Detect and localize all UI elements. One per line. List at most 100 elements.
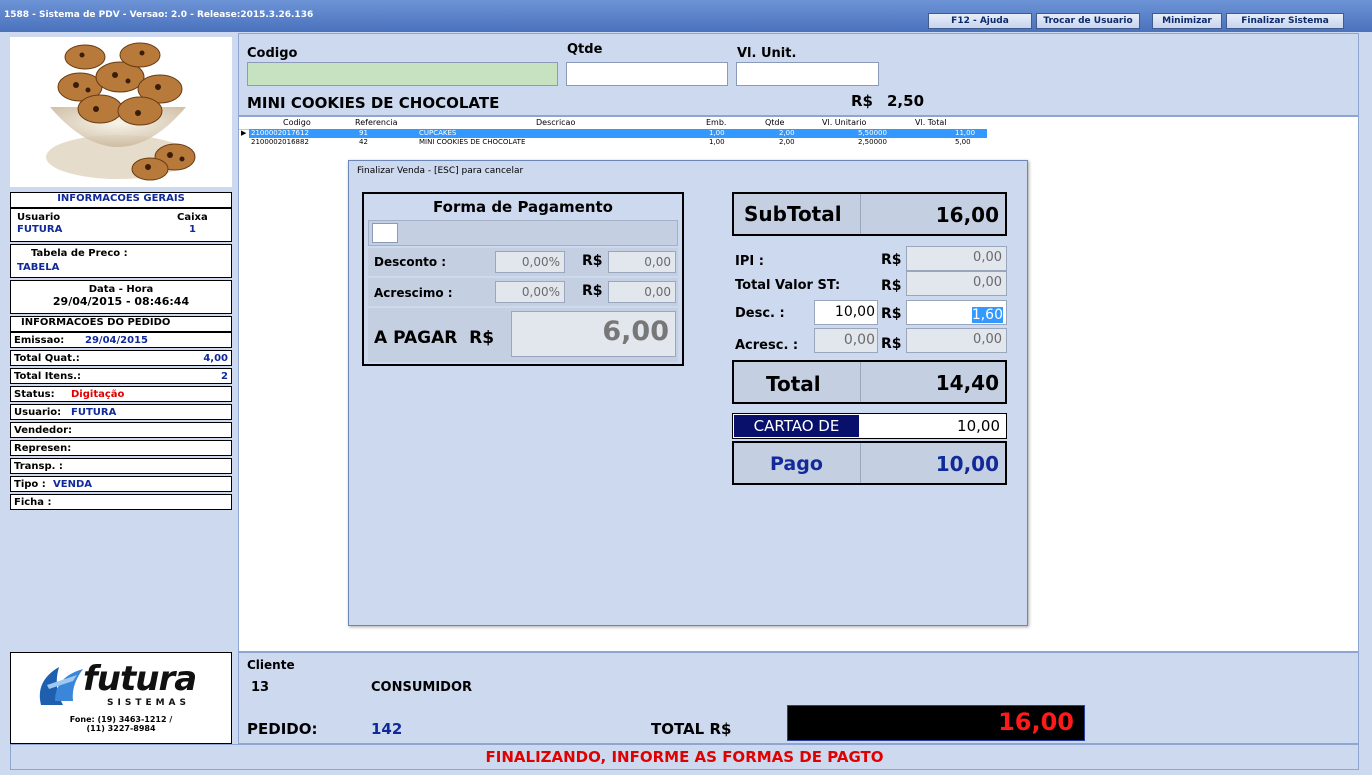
- title-bar: 1588 - Sistema de PDV - Versao: 2.0 - Re…: [0, 0, 1372, 32]
- total-panel: Total 14,40: [732, 360, 1007, 404]
- acresc-rs-input[interactable]: 0,00: [906, 328, 1007, 353]
- total-itens-row: Total Itens.: 2: [10, 368, 232, 384]
- vendedor-row: Vendedor:: [10, 422, 232, 438]
- a-pagar-row: A PAGAR R$ 6,00: [368, 308, 678, 362]
- cell: 2,50000: [858, 138, 887, 146]
- row-pointer-icon: ▶: [241, 129, 247, 137]
- total-itens-value: 2: [221, 371, 228, 382]
- cookies-image-icon: [46, 42, 196, 181]
- table-row[interactable]: ▶ 2100002017612 91 CUPCAKES 1,00 2,00 5,…: [239, 129, 987, 138]
- cell: CUPCAKES: [419, 129, 457, 137]
- vendedor-label: Vendedor:: [14, 425, 72, 436]
- transp-label: Transp. :: [14, 461, 63, 472]
- codigo-input[interactable]: [247, 62, 558, 86]
- logo-text: futura: [83, 659, 197, 699]
- a-pagar-label: A PAGAR R$: [374, 328, 495, 348]
- cell: 1,00: [709, 138, 725, 146]
- emissao-row: Emissao: 29/04/2015: [10, 332, 232, 348]
- cell: MINI COOKIES DE CHOCOLATE: [419, 138, 526, 146]
- subtotal-value: 16,00: [935, 203, 999, 227]
- emissao-value: 29/04/2015: [85, 335, 148, 346]
- col-referencia[interactable]: Referencia: [355, 118, 398, 127]
- usuario2-label: Usuario:: [14, 407, 62, 418]
- tipo-row: Tipo : VENDA: [10, 476, 232, 492]
- col-vl-unitario[interactable]: Vl. Unitario: [822, 118, 866, 127]
- qtde-input[interactable]: [566, 62, 728, 86]
- status-label: Status:: [14, 389, 55, 400]
- a-pagar-value: 6,00: [511, 311, 676, 357]
- desconto-rs-input[interactable]: 0,00: [608, 251, 676, 273]
- info-gerais-header: INFORMACOES GERAIS: [10, 192, 232, 208]
- order-footer: Cliente 13 CONSUMIDOR PEDIDO: 142 TOTAL …: [238, 652, 1359, 744]
- help-button[interactable]: F12 - Ajuda: [928, 13, 1032, 29]
- acrescimo-rs-input[interactable]: 0,00: [608, 281, 676, 303]
- pago-value: 10,00: [935, 452, 999, 476]
- cell: 5,50000: [858, 129, 887, 137]
- product-name: MINI COOKIES DE CHOCOLATE: [247, 94, 500, 112]
- ipi-label: IPI :: [735, 254, 764, 269]
- cliente-label: Cliente: [247, 658, 295, 672]
- col-emb[interactable]: Emb.: [706, 118, 726, 127]
- info-pedido-header: INFORMACOES DO PEDIDO: [10, 316, 232, 332]
- codigo-label: Codigo: [247, 46, 298, 61]
- status-row: Status: Digitação: [10, 386, 232, 402]
- col-codigo[interactable]: Codigo: [283, 118, 311, 127]
- data-hora-box: Data - Hora 29/04/2015 - 08:46:44: [10, 280, 232, 314]
- desconto-currency: R$: [582, 253, 603, 269]
- cell: 5,00: [955, 138, 971, 146]
- ipi-input[interactable]: 0,00: [906, 246, 1007, 271]
- desc-label: Desc. :: [735, 306, 785, 321]
- desc-rs-input[interactable]: 1,60: [906, 300, 1007, 325]
- total-quat-label: Total Quat.:: [14, 353, 80, 364]
- acrescimo-pct-input[interactable]: 0,00%: [495, 281, 565, 303]
- pedido-label: PEDIDO:: [247, 720, 318, 738]
- total-quat-row: Total Quat.: 4,00: [10, 350, 232, 366]
- acrescimo-currency: R$: [582, 283, 603, 299]
- usuario2-value: FUTURA: [71, 407, 117, 418]
- st-input[interactable]: 0,00: [906, 271, 1007, 296]
- total-value: 14,40: [935, 371, 999, 395]
- col-descricao[interactable]: Descricao: [536, 118, 575, 127]
- col-vl-total[interactable]: Vl. Total: [915, 118, 946, 127]
- vlunit-label: Vl. Unit.: [737, 46, 797, 61]
- tabela-label: Tabela de Preco :: [31, 248, 128, 259]
- selected-row-highlight: 2100002017612 91 CUPCAKES 1,00 2,00 5,50…: [249, 129, 987, 138]
- cell: 2,00: [779, 138, 795, 146]
- pago-label-box: Pago: [734, 443, 861, 483]
- forma-pagamento-title: Forma de Pagamento: [433, 198, 613, 216]
- tipo-label: Tipo :: [14, 479, 46, 490]
- info-pedido-title: INFORMACOES DO PEDIDO: [21, 317, 171, 328]
- futura-logo-icon: [39, 667, 83, 705]
- payment-method-name: CARTAO DE: [734, 415, 859, 437]
- usuario-caixa-box: Usuario FUTURA Caixa 1: [10, 208, 232, 242]
- payment-amount: 10,00: [957, 417, 1000, 435]
- ficha-row: Ficha :: [10, 494, 232, 510]
- cell: 2100002017612: [251, 129, 309, 137]
- cell: 1,00: [709, 129, 725, 137]
- minimize-button[interactable]: Minimizar: [1152, 13, 1222, 29]
- ficha-label: Ficha :: [14, 497, 52, 508]
- exit-system-button[interactable]: Finalizar Sistema: [1226, 13, 1344, 29]
- table-row[interactable]: 2100002016882 42 MINI COOKIES DE CHOCOLA…: [249, 138, 987, 147]
- price-currency: R$: [851, 92, 873, 110]
- phone-1: Fone: (19) 3463-1212 /: [69, 715, 173, 724]
- acresc-pct-input[interactable]: 0,00: [814, 328, 878, 353]
- subtotal-label-box: SubTotal: [734, 194, 861, 234]
- subtotal-label: SubTotal: [744, 202, 842, 226]
- vlunit-input[interactable]: [736, 62, 879, 86]
- status-message: FINALIZANDO, INFORME AS FORMAS DE PAGTO: [10, 744, 1359, 770]
- desconto-label: Desconto :: [374, 255, 447, 269]
- finalizar-venda-dialog: Finalizar Venda - [ESC] para cancelar Fo…: [348, 160, 1028, 626]
- window-title: 1588 - Sistema de PDV - Versao: 2.0 - Re…: [4, 10, 314, 20]
- desconto-pct-input[interactable]: 0,00%: [495, 251, 565, 273]
- payment-method-input[interactable]: [372, 223, 398, 243]
- total-rs-label: TOTAL R$: [651, 720, 732, 738]
- total-display: 16,00: [787, 705, 1085, 741]
- col-qtde[interactable]: Qtde: [765, 118, 784, 127]
- subtotal-panel: SubTotal 16,00: [732, 192, 1007, 236]
- phone-2: (11) 3227-8984: [86, 724, 156, 733]
- desc-pct-input[interactable]: 10,00: [814, 300, 878, 325]
- payment-line[interactable]: CARTAO DE 10,00: [732, 413, 1007, 439]
- cell: 2100002016882: [251, 138, 309, 146]
- switch-user-button[interactable]: Trocar de Usuario: [1036, 13, 1140, 29]
